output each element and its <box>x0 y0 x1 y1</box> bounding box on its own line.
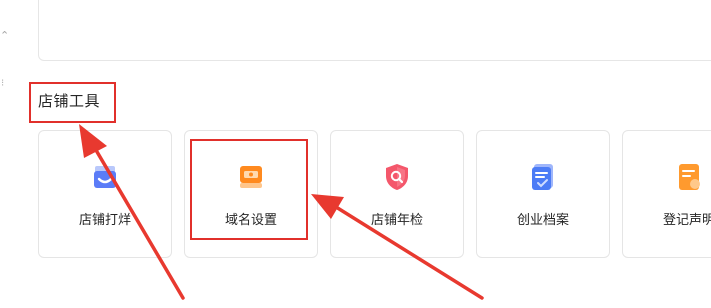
entrepreneur-archive-icon <box>532 164 553 190</box>
side-menu-fragment: ⁝ <box>1 78 5 89</box>
tool-label: 登记声明 <box>662 212 711 227</box>
tool-card-store-close[interactable]: 店铺打烊 <box>38 130 172 258</box>
registration-statement-icon <box>679 164 700 190</box>
tool-card-registration-statement[interactable]: 登记声明 <box>622 130 711 258</box>
tool-label: 创业档案 <box>516 212 569 227</box>
tool-label: 店铺年检 <box>370 212 423 227</box>
store-close-icon <box>94 166 116 188</box>
domain-settings-highlight-box <box>190 139 308 240</box>
section-title-highlight-box <box>29 82 116 123</box>
annual-inspection-shield-icon <box>386 164 408 190</box>
page: ⌃ ⁝ 店铺工具 店铺打烊 域名设置 店铺年检 创业档案 登记声明 <box>0 0 711 308</box>
collapse-chevron-up-icon[interactable]: ⌃ <box>0 30 9 42</box>
tool-card-annual-inspection[interactable]: 店铺年检 <box>330 130 464 258</box>
top-panel <box>38 0 711 61</box>
tool-card-entrepreneur-archive[interactable]: 创业档案 <box>476 130 610 258</box>
tool-label: 店铺打烊 <box>78 212 131 227</box>
tools-grid: 店铺打烊 域名设置 店铺年检 创业档案 登记声明 <box>38 130 711 258</box>
